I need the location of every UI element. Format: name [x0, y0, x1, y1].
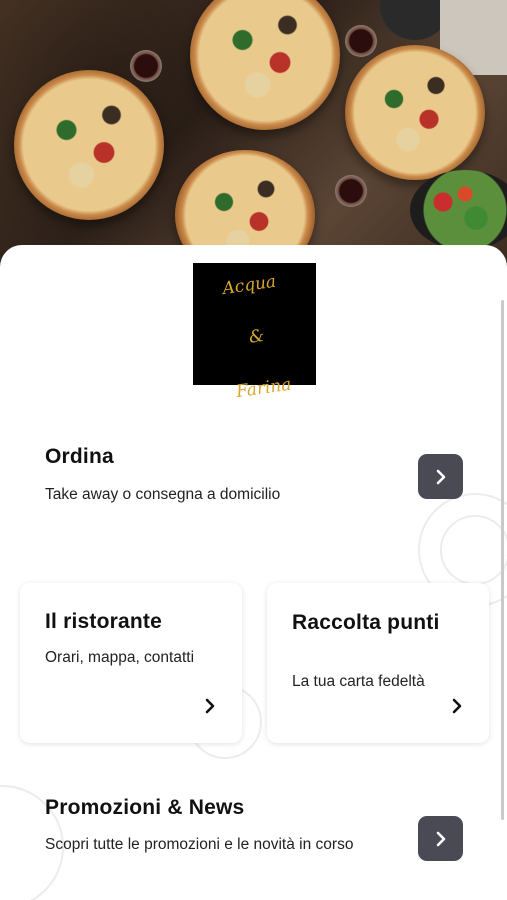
promo-subtitle: Scopri tutte le promozioni e le novità i… [45, 836, 354, 853]
wine-glass [345, 25, 377, 57]
chevron-right-icon [205, 698, 215, 714]
content-sheet: Acqua & Farina Ordina Take away o conseg… [0, 245, 507, 900]
loyalty-title: Raccolta punti [292, 611, 440, 634]
pizza [345, 45, 485, 180]
promo-arrow-button[interactable] [418, 816, 463, 861]
restaurant-card[interactable]: Il ristorante Orari, mappa, contatti [20, 583, 242, 743]
promo-title: Promozioni & News [45, 796, 245, 819]
chevron-right-icon [452, 698, 462, 714]
logo-line-2: & [247, 325, 266, 348]
order-subtitle: Take away o consegna a domicilio [45, 486, 281, 503]
logo: Acqua & Farina [193, 263, 316, 402]
logo-line-3: Farina [234, 374, 293, 403]
loyalty-subtitle: La tua carta fedeltà [292, 673, 425, 690]
restaurant-subtitle: Orari, mappa, contatti [45, 649, 195, 666]
salad-bowl [410, 170, 507, 250]
wine-glass [335, 175, 367, 207]
pizza [190, 0, 340, 130]
order-title: Ordina [45, 445, 114, 468]
loyalty-card[interactable]: Raccolta punti La tua carta fedeltà [267, 583, 489, 743]
order-card[interactable]: Ordina Take away o consegna a domicilio [0, 430, 507, 540]
restaurant-arrow[interactable] [200, 696, 220, 716]
hero-image [0, 0, 507, 270]
restaurant-title: Il ristorante [45, 610, 162, 633]
chevron-right-icon [436, 469, 445, 484]
order-arrow-button[interactable] [418, 454, 463, 499]
loyalty-arrow[interactable] [447, 696, 467, 716]
promo-card[interactable]: Promozioni & News Scopri tutte le promoz… [0, 785, 507, 900]
wine-glass [130, 50, 162, 82]
pizza [14, 70, 164, 220]
scrollbar[interactable] [501, 300, 504, 820]
logo-line-1: Acqua [221, 271, 278, 300]
chevron-right-icon [436, 831, 445, 846]
